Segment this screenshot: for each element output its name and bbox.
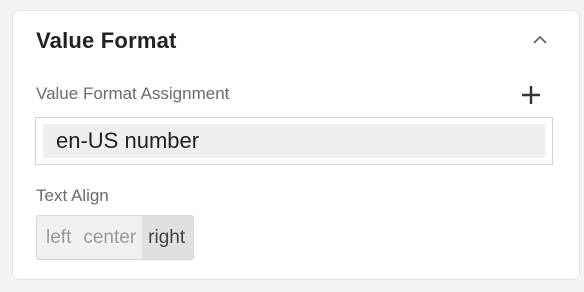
align-left-option[interactable]: left	[37, 216, 77, 259]
panel-title: Value Format	[36, 28, 177, 53]
text-align-segmented-control: left center right	[36, 215, 195, 260]
chevron-up-icon[interactable]	[530, 30, 550, 50]
plus-icon[interactable]	[518, 82, 544, 108]
value-format-assignment-field[interactable]: en-US number	[35, 117, 553, 165]
value-format-assignment-label: Value Format Assignment	[36, 84, 230, 103]
align-center-option[interactable]: center	[77, 216, 142, 259]
value-format-item-label: en-US number	[56, 128, 200, 153]
text-align-label: Text Align	[36, 186, 109, 205]
align-right-option[interactable]: right	[142, 216, 194, 259]
